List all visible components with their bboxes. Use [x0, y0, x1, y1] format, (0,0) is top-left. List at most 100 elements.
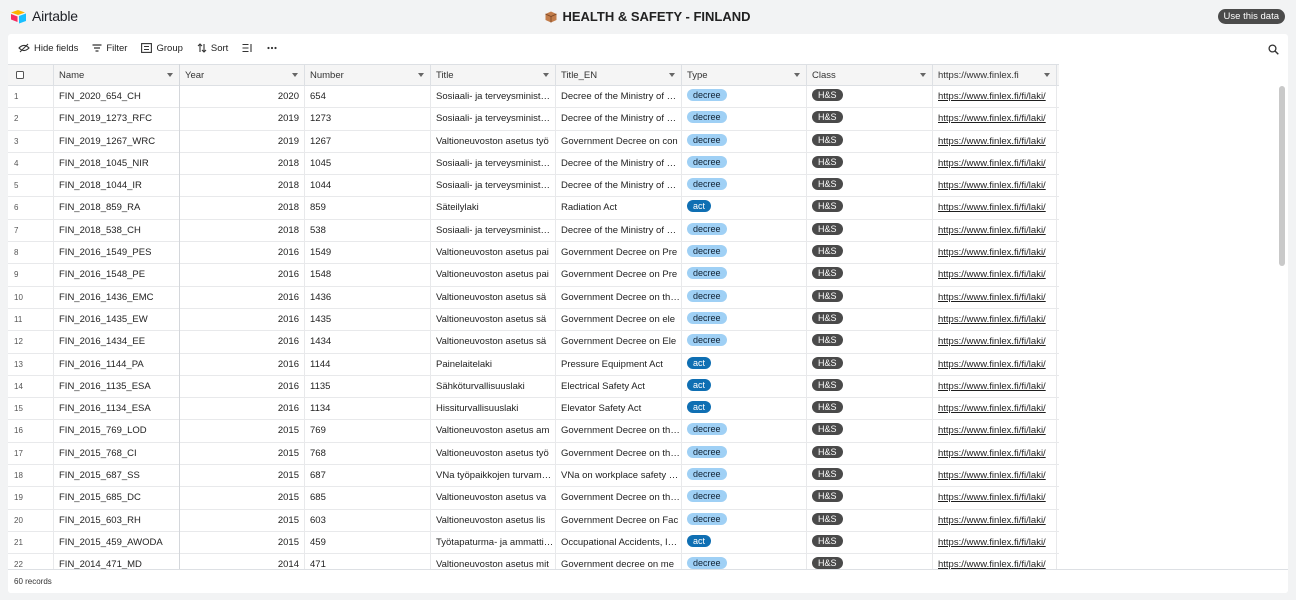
cell-year[interactable]: 2016: [180, 375, 305, 398]
cell-title-en[interactable]: Decree of the Ministry of Social Affairs: [556, 152, 682, 175]
column-header-title[interactable]: Title: [431, 65, 556, 86]
table-row[interactable]: 10 FIN_2016_1436_EMC 2016 1436 Valtioneuvost…: [8, 286, 1059, 309]
cell-number[interactable]: 1044: [305, 175, 431, 197]
cell-title-en[interactable]: Government Decree on the C: [556, 442, 682, 465]
cell-url-link[interactable]: https://www.finlex.fi/fi/laki/: [933, 420, 1057, 442]
cell-number[interactable]: 1135: [305, 375, 431, 398]
select-all-cell[interactable]: [8, 65, 54, 86]
cell-year[interactable]: 2018: [180, 219, 305, 242]
table-row[interactable]: 14 FIN_2016_1135_ESA 2016 1135 Sähköturvalli…: [8, 375, 1059, 399]
cell-title-en[interactable]: Government Decree on Fac: [556, 509, 682, 531]
cell-number[interactable]: 603: [305, 509, 431, 531]
cell-year[interactable]: 2016: [180, 308, 305, 331]
cell-url-link[interactable]: https://www.finlex.fi/fi/laki/: [933, 242, 1057, 264]
cell-type[interactable]: decree: [682, 264, 807, 286]
cell-name[interactable]: FIN_2019_1273_RFC: [54, 108, 180, 130]
cell-number[interactable]: 685: [305, 487, 431, 509]
cell-year[interactable]: 2018: [180, 197, 305, 219]
cell-year[interactable]: 2016: [180, 331, 305, 353]
cell-title-en[interactable]: Elevator Safety Act: [556, 398, 682, 420]
cell-year[interactable]: 2016: [180, 398, 305, 420]
cell-url-link[interactable]: https://www.finlex.fi/fi/laki/: [933, 398, 1057, 420]
cell-url-link[interactable]: https://www.finlex.fi/fi/laki/: [933, 108, 1057, 130]
cell-title[interactable]: Työtapaturma- ja ammattitautilaki: [431, 531, 556, 554]
cell-type[interactable]: decree: [682, 86, 807, 108]
cell-url-link[interactable]: https://www.finlex.fi/fi/laki/: [933, 442, 1057, 465]
cell-type[interactable]: decree: [682, 308, 807, 331]
cell-name[interactable]: FIN_2014_471_MD: [54, 554, 180, 569]
table-row[interactable]: 20 FIN_2015_603_RH 2015 603 Valtioneuvoston …: [8, 509, 1059, 532]
cell-url-link[interactable]: https://www.finlex.fi/fi/laki/: [933, 219, 1057, 242]
table-row[interactable]: 17 FIN_2015_768_CI 2015 768 Valtioneuvoston …: [8, 442, 1059, 466]
cell-type[interactable]: decree: [682, 219, 807, 242]
cell-number[interactable]: 769: [305, 420, 431, 442]
cell-year[interactable]: 2020: [180, 86, 305, 108]
cell-title[interactable]: Valtioneuvoston asetus sä: [431, 308, 556, 331]
more-options-button[interactable]: [267, 38, 277, 58]
cell-name[interactable]: FIN_2019_1267_WRC: [54, 130, 180, 152]
cell-name[interactable]: FIN_2015_685_DC: [54, 487, 180, 509]
cell-title[interactable]: VNa työpaikkojen turvamerkeistä: [431, 465, 556, 487]
cell-title[interactable]: Valtioneuvoston asetus sä: [431, 331, 556, 353]
table-row[interactable]: 3 FIN_2019_1267_WRC 2019 1267 Valtioneuvosto…: [8, 130, 1059, 153]
cell-type[interactable]: act: [682, 375, 807, 398]
cell-title[interactable]: Hissiturvallisuuslaki: [431, 398, 556, 420]
cell-name[interactable]: FIN_2016_1134_ESA: [54, 398, 180, 420]
cell-title[interactable]: Valtioneuvoston asetus pai: [431, 242, 556, 264]
cell-class[interactable]: H&S: [807, 308, 933, 331]
cell-number[interactable]: 1134: [305, 398, 431, 420]
cell-number[interactable]: 1273: [305, 108, 431, 130]
cell-year[interactable]: 2015: [180, 465, 305, 487]
cell-title-en[interactable]: Government Decree on Pre: [556, 242, 682, 264]
cell-number[interactable]: 1548: [305, 264, 431, 286]
cell-type[interactable]: act: [682, 353, 807, 375]
cell-name[interactable]: FIN_2016_1434_EE: [54, 331, 180, 353]
column-header-url[interactable]: https://www.finlex.fi: [933, 65, 1057, 86]
cell-url-link[interactable]: https://www.finlex.fi/fi/laki/: [933, 130, 1057, 152]
table-row[interactable]: 21 FIN_2015_459_AWODA 2015 459 Työtapaturma-…: [8, 531, 1059, 555]
cell-type[interactable]: decree: [682, 509, 807, 531]
vertical-scrollbar[interactable]: [1279, 86, 1285, 266]
column-header-name[interactable]: Name: [54, 65, 180, 86]
cell-type[interactable]: act: [682, 197, 807, 219]
cell-title[interactable]: Valtioneuvoston asetus va: [431, 487, 556, 509]
cell-type[interactable]: decree: [682, 420, 807, 442]
cell-title[interactable]: Valtioneuvoston asetus lis: [431, 509, 556, 531]
cell-type[interactable]: decree: [682, 442, 807, 465]
cell-url-link[interactable]: https://www.finlex.fi/fi/laki/: [933, 86, 1057, 108]
cell-title-en[interactable]: Government decree on me: [556, 554, 682, 569]
cell-class[interactable]: H&S: [807, 531, 933, 554]
cell-url-link[interactable]: https://www.finlex.fi/fi/laki/: [933, 308, 1057, 331]
cell-name[interactable]: FIN_2015_769_LOD: [54, 420, 180, 442]
cell-class[interactable]: H&S: [807, 86, 933, 108]
cell-title-en[interactable]: Pressure Equipment Act: [556, 353, 682, 375]
cell-class[interactable]: H&S: [807, 264, 933, 286]
table-row[interactable]: 11 FIN_2016_1435_EW 2016 1435 Valtioneuvosto…: [8, 308, 1059, 332]
cell-year[interactable]: 2014: [180, 554, 305, 569]
table-row[interactable]: 18 FIN_2015_687_SS 2015 687 VNa työpaikkojen…: [8, 465, 1059, 488]
cell-class[interactable]: H&S: [807, 442, 933, 465]
cell-name[interactable]: FIN_2016_1144_PA: [54, 353, 180, 375]
cell-type[interactable]: decree: [682, 108, 807, 130]
cell-title[interactable]: Sosiaali- ja terveysministeriön asetus: [431, 175, 556, 197]
cell-name[interactable]: FIN_2015_459_AWODA: [54, 531, 180, 554]
cell-type[interactable]: decree: [682, 152, 807, 175]
cell-year[interactable]: 2016: [180, 264, 305, 286]
cell-title-en[interactable]: VNa on workplace safety signs: [556, 465, 682, 487]
cell-class[interactable]: H&S: [807, 152, 933, 175]
cell-title[interactable]: Sosiaali- ja terveysministeriön asetus: [431, 152, 556, 175]
cell-class[interactable]: H&S: [807, 509, 933, 531]
cell-url-link[interactable]: https://www.finlex.fi/fi/laki/: [933, 531, 1057, 554]
table-row[interactable]: 22 FIN_2014_471_MD 2014 471 Valtioneuvoston …: [8, 554, 1059, 569]
cell-url-link[interactable]: https://www.finlex.fi/fi/laki/: [933, 375, 1057, 398]
cell-title-en[interactable]: Radiation Act: [556, 197, 682, 219]
cell-number[interactable]: 1549: [305, 242, 431, 264]
cell-title[interactable]: Valtioneuvoston asetus mit: [431, 554, 556, 569]
cell-name[interactable]: FIN_2020_654_CH: [54, 86, 180, 108]
cell-type[interactable]: decree: [682, 286, 807, 308]
cell-year[interactable]: 2015: [180, 420, 305, 442]
cell-year[interactable]: 2018: [180, 152, 305, 175]
table-row[interactable]: 8 FIN_2016_1549_PES 2016 1549 Valtioneuvosto…: [8, 242, 1059, 265]
cell-title[interactable]: Sosiaali- ja terveysministeriön asetus: [431, 108, 556, 130]
cell-class[interactable]: H&S: [807, 242, 933, 264]
